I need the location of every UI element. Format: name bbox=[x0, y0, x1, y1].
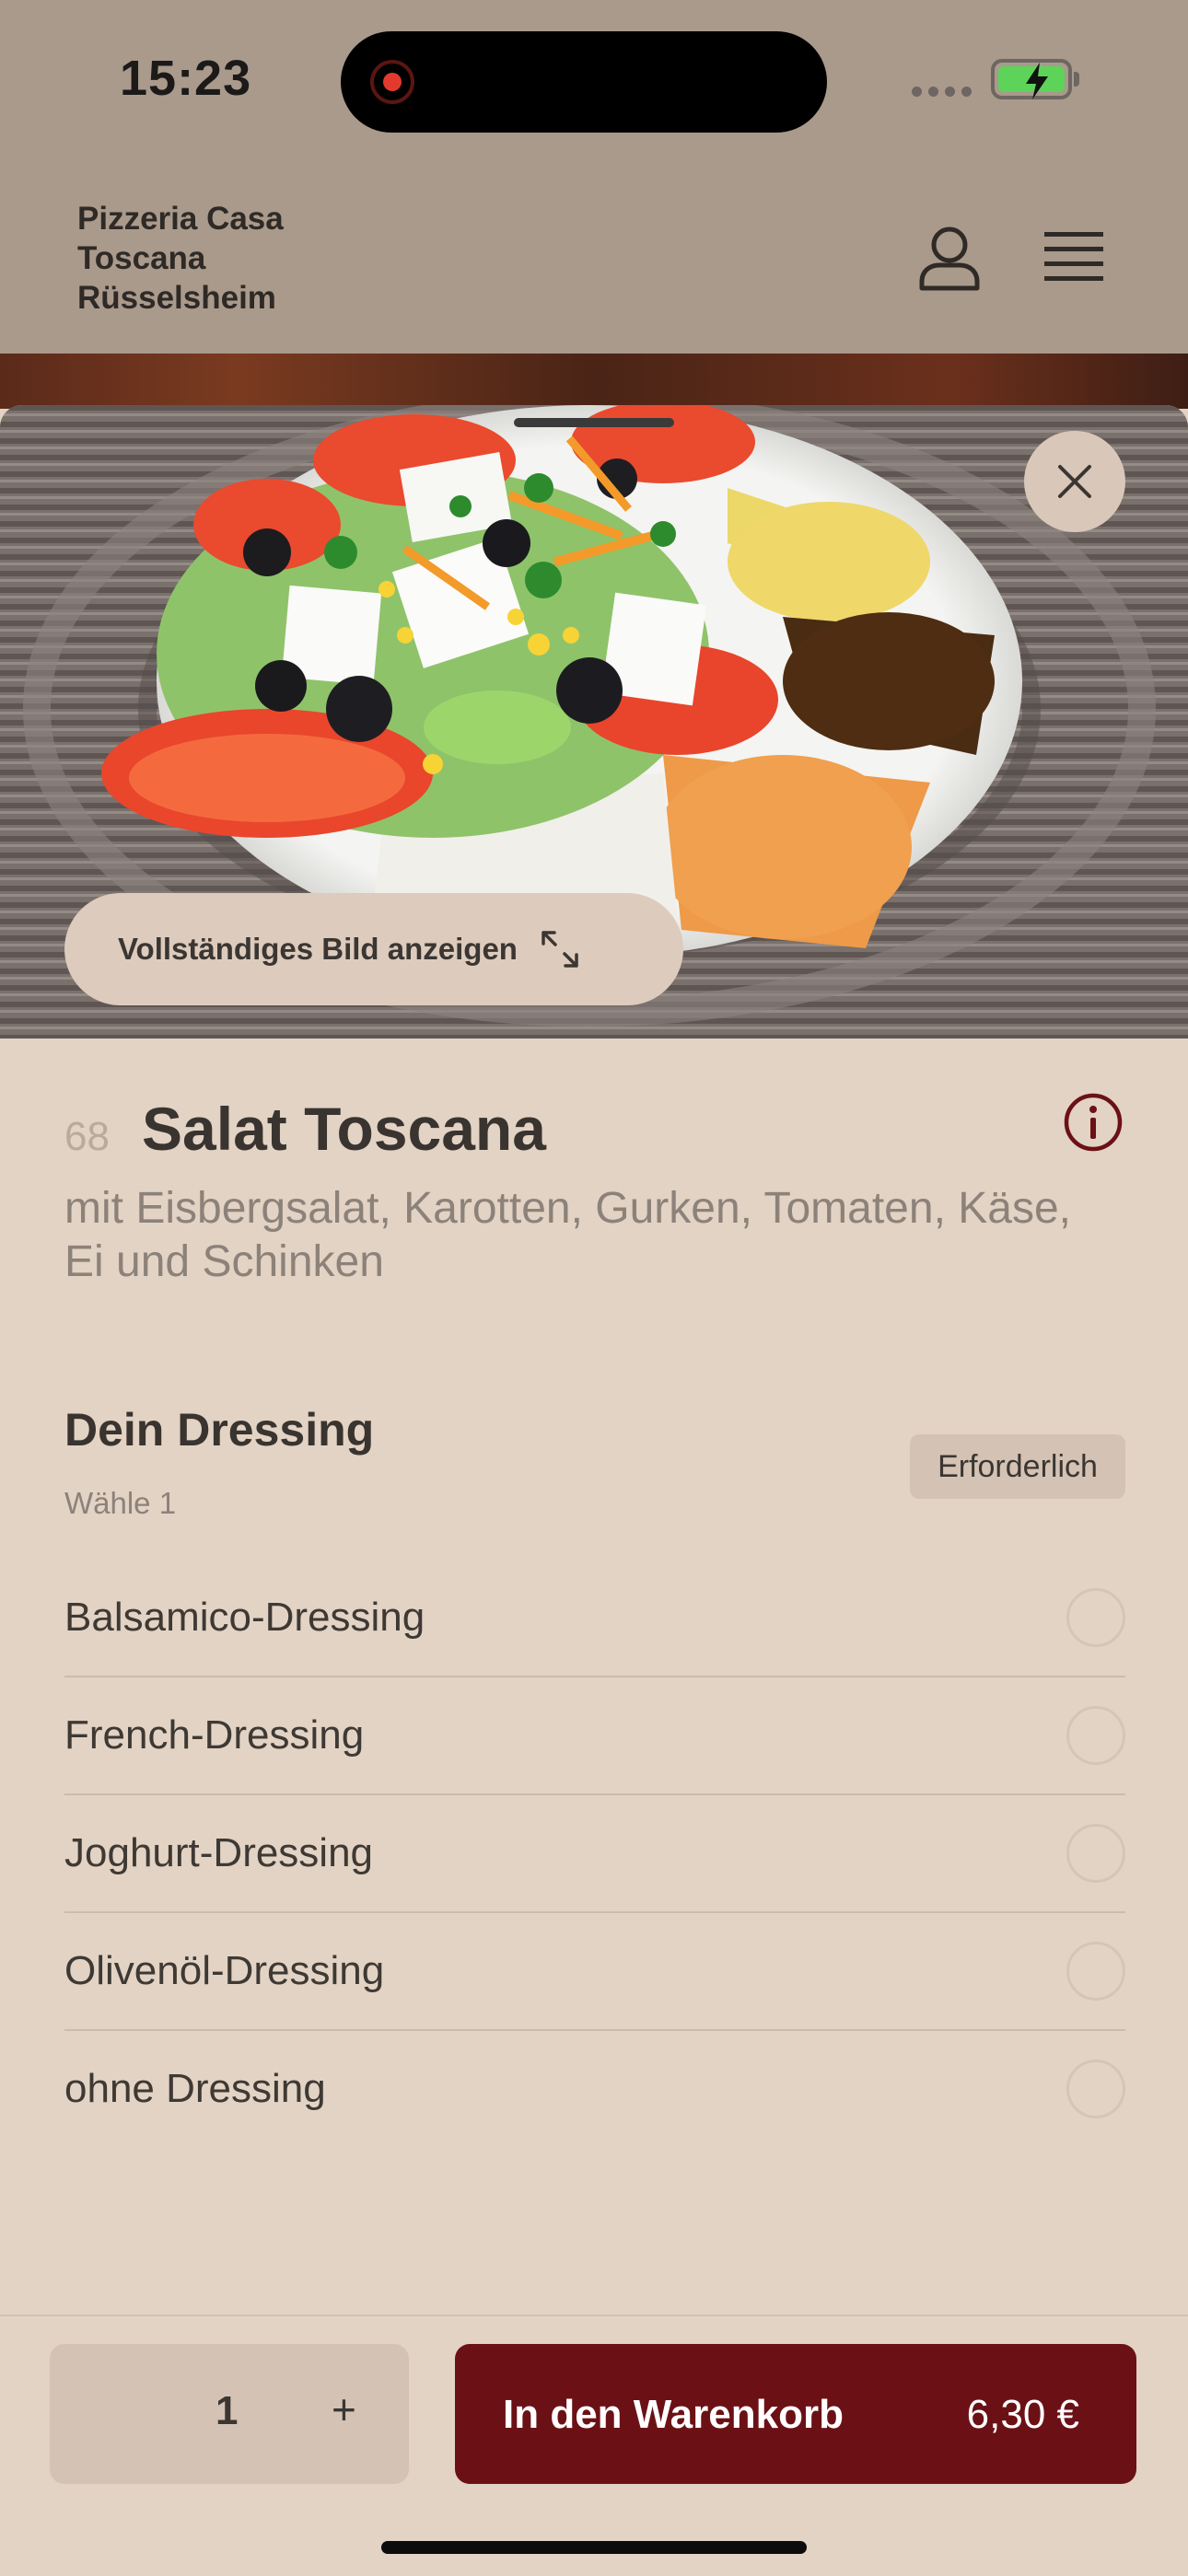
radio-button[interactable] bbox=[1066, 1824, 1125, 1883]
expand-icon bbox=[542, 931, 578, 968]
item-number: 68 bbox=[64, 1114, 110, 1159]
option-olivenoel[interactable]: Olivenöl-Dressing bbox=[64, 1913, 1125, 2031]
option-label: French-Dressing bbox=[64, 1712, 365, 1758]
user-icon[interactable] bbox=[917, 225, 982, 291]
item-description: mit Eisbergsalat, Karotten, Gurken, Toma… bbox=[64, 1184, 1071, 1286]
show-full-image-button[interactable]: Vollständiges Bild anzeigen bbox=[64, 893, 683, 1005]
option-label: ohne Dressing bbox=[64, 2066, 326, 2111]
background-hero-strip bbox=[0, 354, 1188, 409]
product-photo[interactable]: Vollständiges Bild anzeigen bbox=[0, 405, 1188, 1039]
show-full-image-label: Vollständiges Bild anzeigen bbox=[118, 932, 518, 966]
sheet-grabber[interactable] bbox=[514, 418, 674, 427]
status-time: 15:23 bbox=[120, 51, 252, 106]
dressing-options: Balsamico-Dressing French-Dressing Joghu… bbox=[64, 1560, 1125, 2147]
dynamic-island bbox=[341, 31, 827, 133]
option-joghurt[interactable]: Joghurt-Dressing bbox=[64, 1795, 1125, 1913]
radio-button[interactable] bbox=[1066, 1706, 1125, 1765]
product-sheet: Vollständiges Bild anzeigen 68 Salat Tos… bbox=[0, 405, 1188, 2574]
quantity-value: 1 bbox=[215, 2388, 239, 2433]
option-label: Olivenöl-Dressing bbox=[64, 1948, 385, 1993]
item-header: 68 Salat Toscana bbox=[64, 1092, 1124, 1177]
required-badge: Erforderlich bbox=[910, 1434, 1125, 1499]
close-icon bbox=[1058, 465, 1091, 498]
option-balsamico[interactable]: Balsamico-Dressing bbox=[64, 1560, 1125, 1677]
option-group-title: Dein Dressing bbox=[64, 1404, 375, 1456]
home-indicator[interactable] bbox=[381, 2541, 807, 2554]
option-french[interactable]: French-Dressing bbox=[64, 1677, 1125, 1795]
option-label: Joghurt-Dressing bbox=[64, 1830, 374, 1875]
option-ohne[interactable]: ohne Dressing bbox=[64, 2031, 1125, 2147]
increment-button[interactable]: + bbox=[332, 2385, 356, 2434]
recording-indicator-icon bbox=[370, 60, 414, 104]
app-header: 15:23 Pizzeria Casa Toscana Rüsselsheim bbox=[0, 0, 1188, 354]
signal-icon bbox=[912, 85, 978, 101]
bottom-action-bar: 1 + In den Warenkorb 6,30 € bbox=[0, 2315, 1188, 2576]
quantity-stepper[interactable]: 1 + bbox=[50, 2344, 409, 2484]
add-to-cart-label: In den Warenkorb bbox=[503, 2392, 844, 2437]
radio-button[interactable] bbox=[1066, 2060, 1125, 2118]
item-title: Salat Toscana bbox=[142, 1095, 546, 1163]
add-to-cart-button[interactable]: In den Warenkorb 6,30 € bbox=[455, 2344, 1136, 2484]
menu-icon[interactable] bbox=[1042, 228, 1105, 285]
info-icon[interactable] bbox=[1063, 1092, 1124, 1153]
brand-name[interactable]: Pizzeria Casa Toscana Rüsselsheim bbox=[77, 199, 372, 318]
option-label: Balsamico-Dressing bbox=[64, 1595, 425, 1640]
price-label: 6,30 € bbox=[966, 2392, 1079, 2437]
radio-button[interactable] bbox=[1066, 1942, 1125, 2001]
close-button[interactable] bbox=[1024, 431, 1125, 532]
radio-button[interactable] bbox=[1066, 1588, 1125, 1647]
option-group-subtitle: Wähle 1 bbox=[64, 1486, 177, 1520]
battery-charging-icon bbox=[991, 59, 1079, 99]
